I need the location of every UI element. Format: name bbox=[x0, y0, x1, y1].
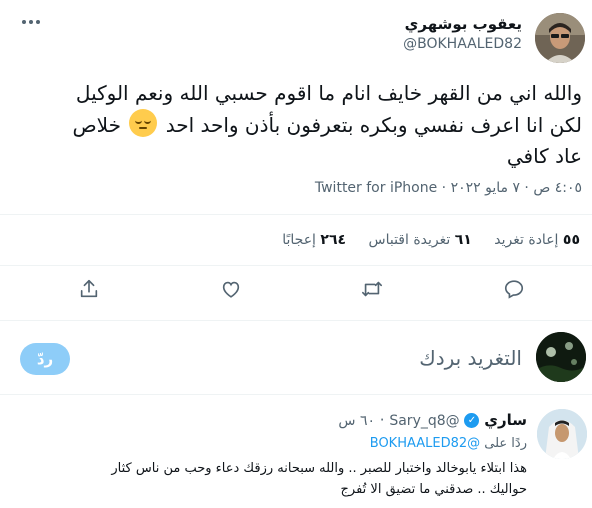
divider bbox=[0, 394, 592, 395]
verified-badge-icon: ✓ bbox=[464, 413, 480, 428]
reply-author-avatar[interactable] bbox=[537, 409, 587, 459]
reply-button[interactable] bbox=[497, 272, 531, 306]
tweet-stats: ٥٥ إعادة تغريد ٦١ تغريدة اقتباس ٢٦٤ إعجا… bbox=[282, 232, 580, 248]
author-avatar[interactable] bbox=[535, 13, 585, 63]
user-avatar[interactable] bbox=[536, 332, 586, 382]
retweets-count: ٥٥ bbox=[562, 232, 580, 248]
tweet-line-2: لكن انا اعرف نفسي وبكره بتعرفون بأذن واح… bbox=[7, 109, 582, 141]
replying-to: ردًا على @BOKHAALED82 bbox=[370, 436, 527, 451]
tweet-source[interactable]: Twitter for iPhone bbox=[315, 180, 437, 196]
share-icon bbox=[80, 279, 98, 298]
reply-text: هذا ابتلاء يابوخالد واختبار للصبر .. وال… bbox=[7, 458, 527, 500]
tweet-line-3: عاد كافي bbox=[506, 144, 582, 168]
retweet-icon bbox=[362, 281, 382, 297]
more-options-button[interactable] bbox=[18, 12, 44, 32]
reply-line-2: حواليك .. صدقني ما تضيق الا تُفرج bbox=[340, 482, 527, 497]
author-name[interactable]: يعقوب بوشهري bbox=[405, 15, 522, 33]
divider bbox=[0, 265, 592, 266]
like-button[interactable] bbox=[214, 272, 248, 306]
reply-author-handle[interactable]: @Sary_q8 bbox=[389, 413, 459, 429]
tweet-line-2-end: خلاص bbox=[72, 113, 121, 137]
tweet-timestamp[interactable]: ٤:٠٥ ص · ٧ مايو ٢٠٢٢ · bbox=[442, 180, 582, 196]
replying-to-label: ردًا على bbox=[484, 436, 527, 451]
quotes-count: ٦١ bbox=[454, 232, 472, 248]
likes-label: إعجابًا bbox=[282, 232, 316, 248]
quotes-label: تغريدة اقتباس bbox=[368, 232, 451, 248]
retweets-stat[interactable]: ٥٥ إعادة تغريد bbox=[490, 232, 580, 248]
reply-line-1: هذا ابتلاء يابوخالد واختبار للصبر .. وال… bbox=[111, 461, 527, 476]
retweet-button[interactable] bbox=[355, 272, 389, 306]
tweet-text: والله اني من القهر خايف انام ما اقوم حسب… bbox=[7, 78, 583, 172]
reply-author-name[interactable]: ساري bbox=[484, 411, 527, 429]
divider bbox=[0, 320, 592, 321]
share-button[interactable] bbox=[72, 272, 106, 306]
replying-to-link[interactable]: @BOKHAALED82 bbox=[370, 436, 480, 451]
more-horizontal-icon bbox=[22, 20, 40, 24]
pensive-face-emoji bbox=[129, 109, 158, 137]
reply-header: ساري ✓ @Sary_q8 · ٦٠ س bbox=[338, 411, 527, 429]
quotes-stat[interactable]: ٦١ تغريدة اقتباس bbox=[364, 232, 472, 248]
reply-time[interactable]: ٦٠ س bbox=[338, 413, 375, 429]
reply-icon bbox=[504, 280, 524, 299]
likes-count: ٢٦٤ bbox=[320, 232, 347, 248]
tweet-line-1: والله اني من القهر خايف انام ما اقوم حسب… bbox=[75, 81, 582, 105]
divider bbox=[0, 214, 592, 215]
reply-input[interactable]: التغريد بردك bbox=[222, 346, 522, 370]
retweets-label: إعادة تغريد bbox=[494, 232, 559, 248]
reply-submit-button[interactable]: ردّ bbox=[20, 343, 70, 375]
tweet-meta: ٤:٠٥ ص · ٧ مايو ٢٠٢٢ · Twitter for iPhon… bbox=[315, 180, 582, 196]
author-handle[interactable]: @BOKHAALED82 bbox=[403, 36, 522, 52]
tweet-line-2-start: لكن انا اعرف نفسي وبكره بتعرفون بأذن واح… bbox=[165, 113, 582, 137]
like-icon bbox=[222, 281, 240, 298]
likes-stat[interactable]: ٢٦٤ إعجابًا bbox=[282, 232, 346, 248]
